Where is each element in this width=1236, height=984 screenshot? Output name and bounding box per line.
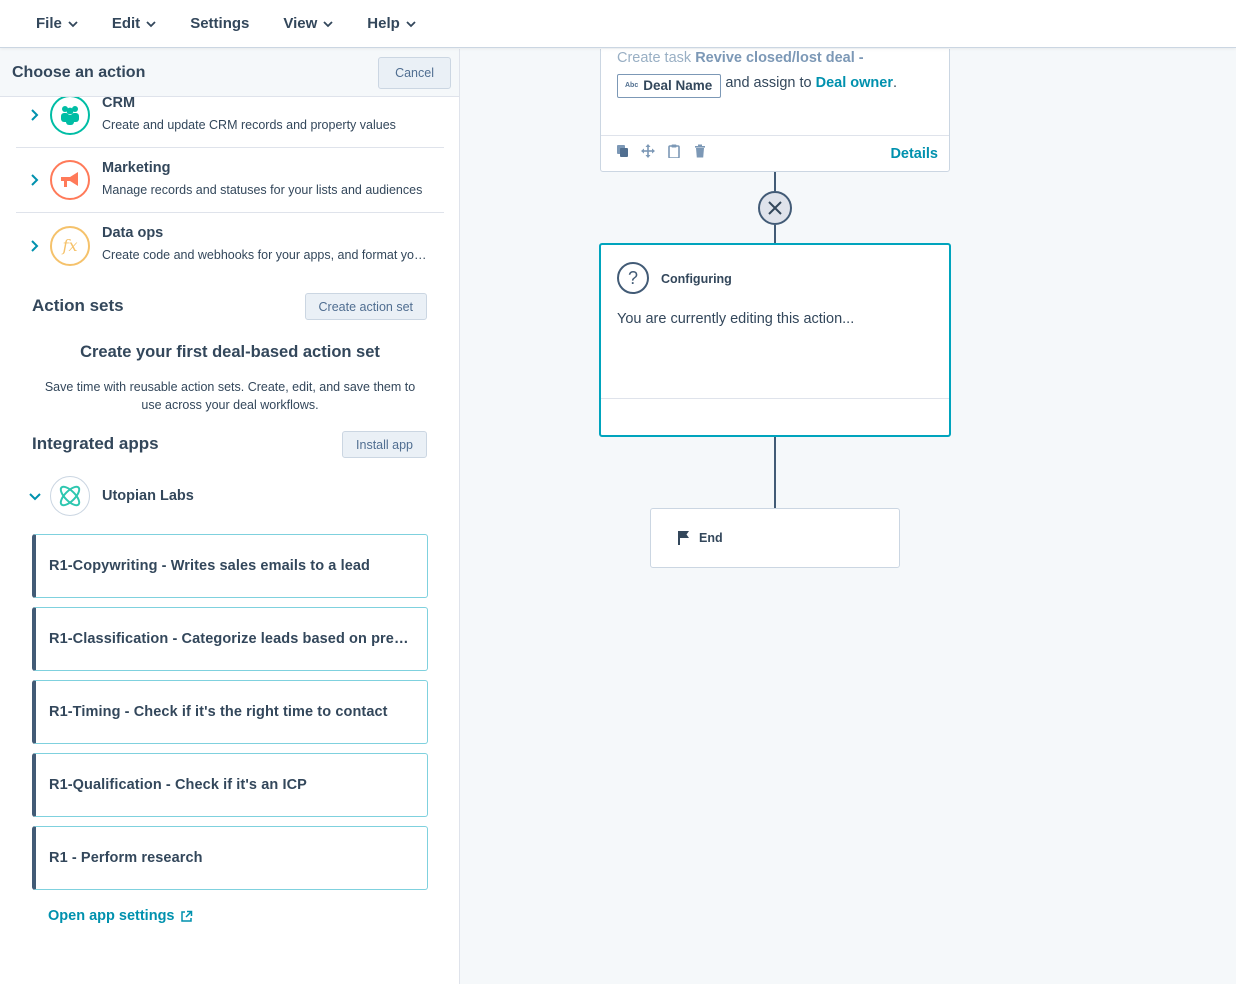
- menu-edit[interactable]: Edit: [112, 15, 156, 32]
- cancel-button[interactable]: Cancel: [378, 56, 451, 89]
- chevron-down-icon: [68, 20, 78, 27]
- top-menubar: File Edit Settings View Help: [0, 0, 1236, 48]
- chevron-down-icon: [146, 20, 156, 27]
- deal-name-token: Abc Deal Name: [617, 74, 722, 98]
- category-name: Marketing: [102, 160, 171, 176]
- app-action-card[interactable]: R1-Timing - Check if it's the right time…: [32, 680, 428, 744]
- trash-icon[interactable]: [693, 144, 707, 158]
- workflow-canvas: Create task Revive closed/lost deal - Ab…: [461, 49, 1236, 984]
- copy-icon[interactable]: [616, 144, 630, 158]
- menu-settings-label: Settings: [190, 15, 250, 32]
- megaphone-icon: [50, 160, 90, 200]
- integrated-apps-heading: Integrated apps: [32, 434, 159, 453]
- end-node: End: [650, 508, 900, 568]
- clipboard-icon[interactable]: [667, 144, 681, 158]
- action-sets-empty-title: Create your first deal-based action set: [80, 343, 380, 361]
- category-data-ops[interactable]: fx Data ops Create code and webhooks for…: [16, 213, 444, 278]
- category-description: Manage records and statuses for your lis…: [102, 183, 423, 197]
- category-description: Create and update CRM records and proper…: [102, 118, 396, 132]
- category-description: Create code and webhooks for your apps, …: [102, 248, 432, 262]
- move-icon[interactable]: [641, 144, 655, 158]
- task-card-toolbar: Details: [601, 135, 949, 172]
- menu-edit-label: Edit: [111, 15, 141, 32]
- chevron-right-icon: [31, 174, 39, 186]
- text-property-icon: Abc: [625, 82, 639, 89]
- close-icon: [768, 201, 782, 215]
- task-summary: Create task Revive closed/lost deal - Ab…: [617, 49, 937, 98]
- app-action-card[interactable]: R1-Qualification - Check if it's an ICP: [32, 753, 428, 817]
- configuring-text: You are currently editing this action...: [617, 311, 855, 327]
- app-action-card[interactable]: R1 - Perform research: [32, 826, 428, 890]
- create-task-action-card[interactable]: Create task Revive closed/lost deal - Ab…: [600, 49, 950, 172]
- details-link[interactable]: Details: [890, 146, 938, 162]
- chevron-down-icon: [29, 493, 41, 501]
- connector-line: [774, 171, 776, 191]
- choose-action-panel: Choose an action Cancel CRM Create and u…: [0, 49, 460, 984]
- action-sets-empty-description: Save time with reusable action sets. Cre…: [44, 380, 416, 412]
- configuring-action-card[interactable]: ? Configuring You are currently editing …: [599, 243, 951, 437]
- menu-view-label: View: [283, 15, 318, 32]
- menu-help-label: Help: [367, 15, 400, 32]
- connector-line: [774, 225, 776, 243]
- people-icon: [50, 95, 90, 135]
- open-app-settings-link[interactable]: Open app settings: [48, 908, 193, 924]
- menu-settings[interactable]: Settings: [190, 15, 249, 32]
- category-name: CRM: [102, 95, 136, 111]
- app-name: Utopian Labs: [102, 488, 194, 504]
- period: .: [892, 75, 897, 91]
- utopian-labs-logo: [50, 476, 90, 516]
- app-action-label: R1-Copywriting - Writes sales emails to …: [49, 558, 371, 574]
- delete-branch-button[interactable]: [758, 191, 792, 225]
- function-icon: fx: [50, 225, 90, 266]
- install-app-button[interactable]: Install app: [342, 431, 427, 458]
- chevron-down-icon: [323, 20, 333, 27]
- create-action-set-button[interactable]: Create action set: [304, 293, 427, 320]
- chevron-down-icon: [406, 20, 416, 27]
- category-name: Data ops: [102, 225, 164, 241]
- app-utopian-labs[interactable]: Utopian Labs: [28, 476, 428, 516]
- external-link-icon: [180, 910, 192, 922]
- deal-owner-link[interactable]: Deal owner: [816, 75, 893, 91]
- assign-text: and assign to: [725, 75, 812, 91]
- app-action-label: R1 - Perform research: [49, 850, 203, 866]
- panel-title: Choose an action: [12, 63, 146, 81]
- category-marketing[interactable]: Marketing Manage records and statuses fo…: [16, 148, 444, 213]
- config-card-footer: [601, 398, 949, 399]
- app-action-label: R1-Classification - Categorize leads bas…: [49, 631, 415, 647]
- task-name: Revive closed/lost deal -: [695, 50, 864, 66]
- token-label: Deal Name: [643, 78, 713, 93]
- app-action-card[interactable]: R1-Copywriting - Writes sales emails to …: [32, 534, 428, 598]
- app-action-label: R1-Timing - Check if it's the right time…: [49, 704, 388, 720]
- task-prefix: Create task: [617, 50, 692, 66]
- chevron-right-icon: [31, 109, 39, 121]
- chevron-right-icon: [31, 239, 39, 252]
- open-app-settings-label: Open app settings: [48, 908, 175, 924]
- menu-view[interactable]: View: [283, 15, 333, 32]
- app-action-label: R1-Qualification - Check if it's an ICP: [49, 777, 307, 793]
- app-action-card[interactable]: R1-Classification - Categorize leads bas…: [32, 607, 428, 671]
- question-icon: ?: [617, 262, 649, 294]
- action-sets-heading: Action sets: [32, 296, 124, 315]
- connector-line: [774, 437, 776, 508]
- flag-icon: [678, 531, 689, 545]
- configuring-label: Configuring: [661, 272, 732, 286]
- menu-file-label: File: [36, 15, 62, 32]
- menu-file[interactable]: File: [36, 15, 78, 32]
- end-label: End: [699, 531, 723, 545]
- panel-header: Choose an action Cancel: [0, 49, 459, 97]
- menu-help[interactable]: Help: [367, 15, 416, 32]
